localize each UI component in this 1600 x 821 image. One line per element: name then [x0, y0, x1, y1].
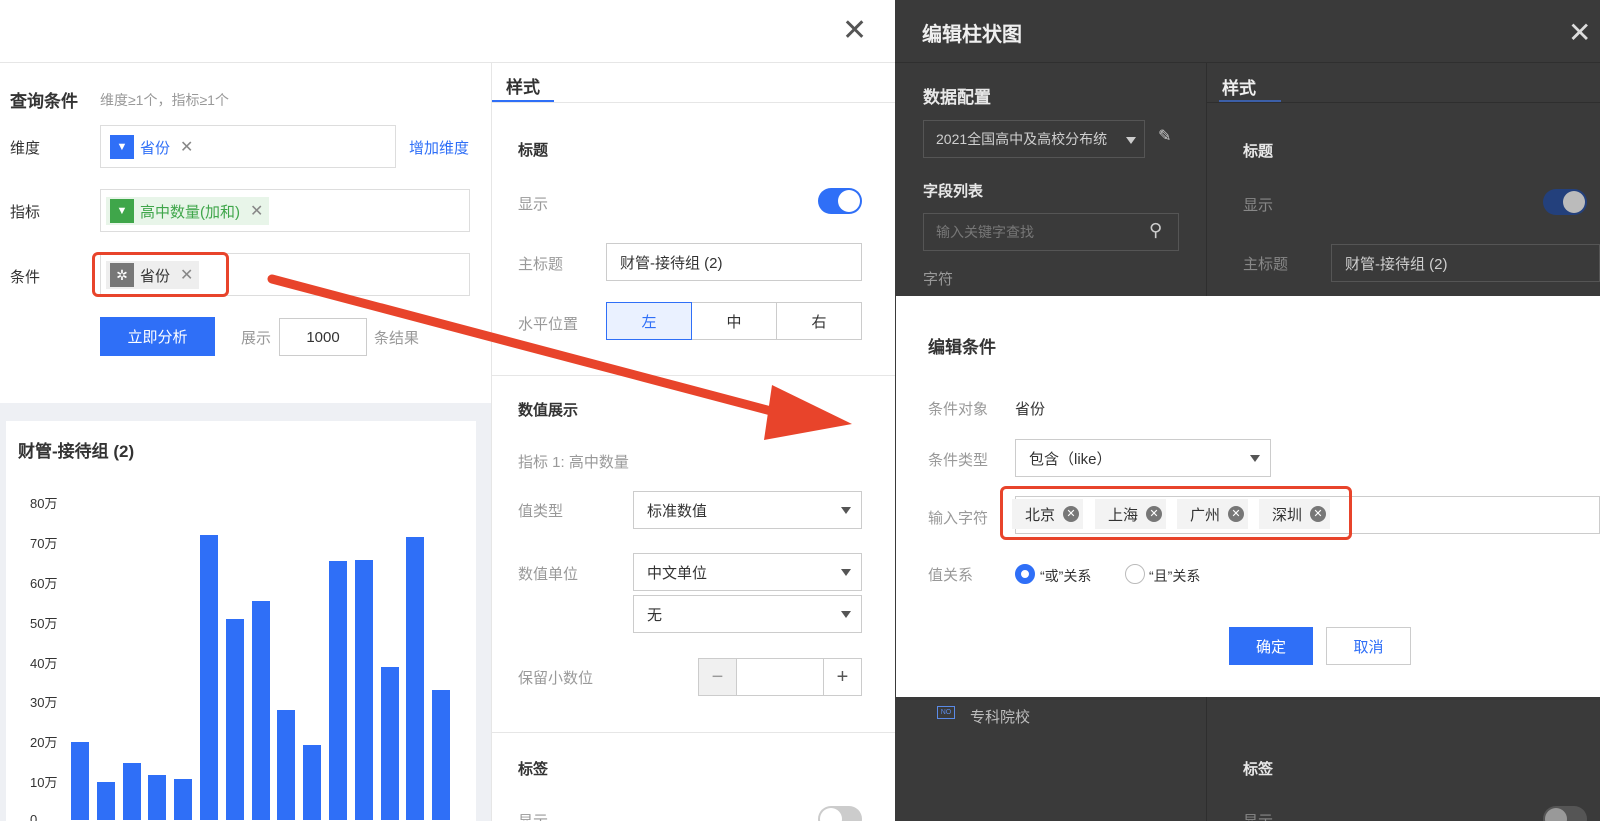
- annotation-arrow: [267, 274, 852, 440]
- arrow-shaft: [267, 274, 795, 421]
- arrow-head: [764, 385, 852, 440]
